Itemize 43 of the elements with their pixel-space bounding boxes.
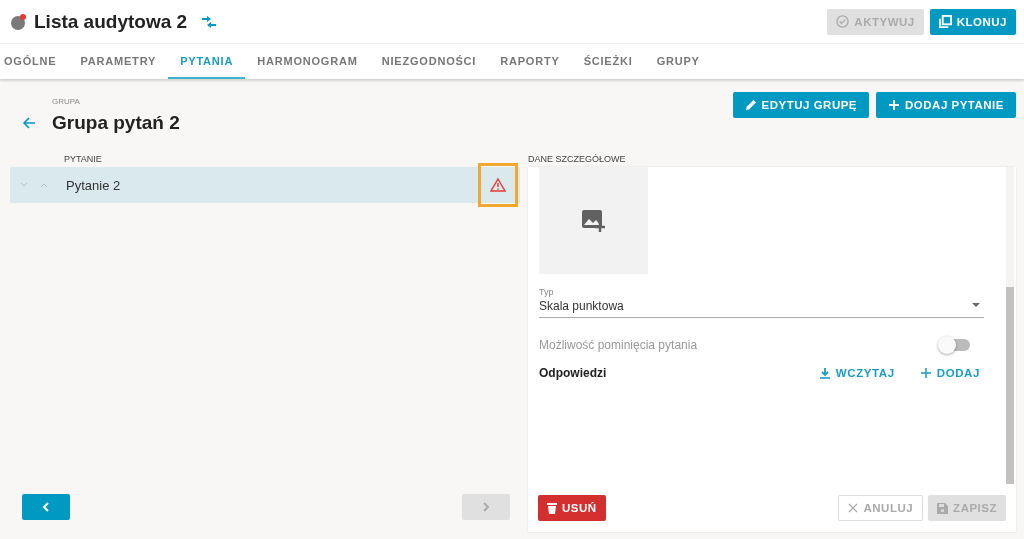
tab[interactable]: ŚCIEŻKI — [571, 44, 645, 79]
tab[interactable]: PYTANIA — [168, 44, 246, 79]
pencil-icon — [744, 99, 757, 111]
copy-icon — [938, 15, 952, 28]
previous-button[interactable] — [22, 494, 70, 520]
tab[interactable]: NIEZGODNOŚCI — [369, 44, 489, 79]
answer-action[interactable]: DODAJ — [916, 367, 984, 379]
delete-button[interactable]: USUŃ — [538, 495, 606, 521]
answer-action[interactable]: WCZYTAJ — [815, 367, 899, 379]
plus-icon — [888, 99, 901, 111]
answers-heading: Odpowiedzi — [539, 366, 607, 380]
tab[interactable]: GRUPY — [644, 44, 712, 79]
tab[interactable]: PARAMETRY — [68, 44, 169, 79]
download-icon — [819, 367, 830, 379]
cancel-button[interactable]: ANULUJ — [838, 495, 924, 521]
column-heading: PYTANIE — [64, 153, 103, 166]
group-button[interactable]: DODAJ PYTANIE — [876, 92, 1016, 118]
trash-icon — [547, 502, 557, 514]
check-circle-icon — [836, 15, 850, 28]
group-title: Grupa pytań 2 — [52, 112, 180, 134]
add-image-icon — [581, 209, 606, 232]
toggle-label: Możliwość pominięcia pytania — [539, 338, 698, 352]
swap-icon[interactable] — [201, 14, 218, 29]
column-heading: DANE SZCZEGÓŁOWE — [528, 153, 627, 166]
image-placeholder[interactable] — [539, 167, 648, 274]
back-arrow-icon[interactable] — [22, 116, 36, 130]
plus-icon — [920, 368, 931, 378]
chevron-down-icon[interactable] — [20, 182, 28, 188]
group-caption: GRUPA — [52, 97, 81, 106]
chevron-left-icon — [42, 502, 50, 512]
tab[interactable]: RAPORTY — [488, 44, 572, 79]
group-button[interactable]: EDYTUJ GRUPĘ — [732, 92, 870, 118]
scrollbar[interactable] — [1006, 167, 1014, 484]
chevron-up-icon[interactable] — [40, 182, 48, 188]
caret-icon — [972, 303, 980, 308]
type-select[interactable]: Typ Skala punktowa — [539, 287, 984, 318]
status-icon — [10, 12, 28, 31]
page-title: Lista audytowa 2 — [34, 10, 188, 33]
tab[interactable]: OGÓLNE — [0, 44, 69, 79]
chevron-right-icon — [482, 502, 490, 512]
close-icon — [848, 503, 859, 513]
tab[interactable]: HARMONOGRAM — [245, 44, 370, 79]
header-button[interactable]: KLONUJ — [929, 8, 1016, 35]
